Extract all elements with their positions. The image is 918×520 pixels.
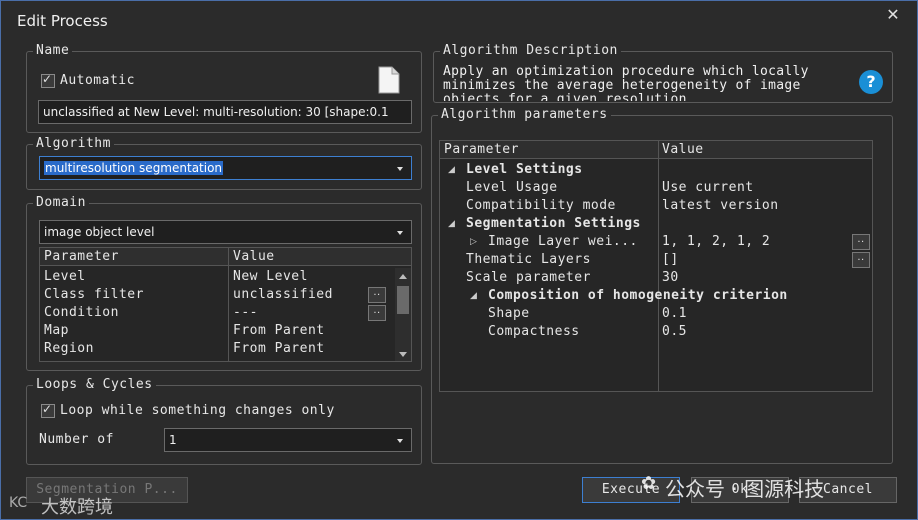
table-row[interactable]: Map From Parent [40, 322, 411, 340]
parameters-group: Algorithm parameters Parameter Value ◢ L… [431, 107, 893, 464]
composition-category[interactable]: ◢ Composition of homogeneity criterion [440, 287, 872, 305]
number-of-cycles-value: 1 [169, 433, 177, 447]
algorithm-description: Apply an optimization procedure which lo… [443, 65, 809, 101]
domain-select[interactable]: image object level [39, 220, 412, 244]
parameters-legend: Algorithm parameters [438, 107, 611, 123]
image-layer-edit-button[interactable]: .. [852, 234, 870, 250]
chevron-down-icon[interactable] [389, 221, 411, 243]
table-header: Parameter Value [440, 141, 872, 159]
description-group: Algorithm Description Apply an optimizat… [433, 43, 893, 103]
expand-icon[interactable]: ◢ [470, 287, 477, 305]
expand-icon[interactable]: ◢ [448, 215, 455, 233]
header-parameter: Parameter [44, 249, 119, 264]
watermark-right: 公众号 · 图源科技 [665, 477, 825, 501]
table-row[interactable]: Level New Level [40, 268, 411, 286]
scroll-down-icon[interactable] [399, 352, 407, 357]
table-row[interactable]: Condition --- .. [40, 304, 411, 322]
segmentation-settings-category[interactable]: ◢ Segmentation Settings [440, 215, 872, 233]
help-icon[interactable]: ? [859, 70, 883, 94]
document-icon[interactable] [377, 66, 401, 94]
class-filter-edit-button[interactable]: .. [368, 287, 386, 303]
algorithm-selected-text: multiresolution segmentation [44, 161, 224, 175]
close-icon[interactable]: ✕ [883, 6, 903, 24]
automatic-checkbox[interactable] [41, 72, 55, 88]
watermark-left: 大数跨境 [41, 497, 113, 518]
chevron-down-icon[interactable] [389, 157, 411, 179]
table-row[interactable]: Scale parameter 30 [440, 269, 872, 287]
dialog-title: Edit Process [17, 12, 108, 30]
loop-label: Loop while something changes only [60, 403, 335, 418]
collapsed-icon[interactable]: ▷ [470, 233, 477, 251]
scroll-up-icon[interactable] [399, 274, 407, 279]
thematic-layers-edit-button[interactable]: .. [852, 252, 870, 268]
algorithm-legend: Algorithm [33, 136, 114, 152]
loop-checkbox[interactable] [41, 402, 55, 418]
level-settings-category[interactable]: ◢ Level Settings [440, 161, 872, 179]
edit-process-dialog: Edit Process ✕ Name Automatic unclassifi… [0, 0, 918, 520]
domain-table-scrollbar[interactable] [395, 268, 411, 361]
loops-legend: Loops & Cycles [33, 377, 156, 393]
header-value: Value [233, 249, 275, 264]
process-name-input[interactable]: unclassified at New Level: multi-resolut… [38, 100, 412, 124]
header-value: Value [662, 142, 704, 157]
table-row[interactable]: Level Usage Use current [440, 179, 872, 197]
watermark-left-logo-icon: KC [9, 495, 28, 511]
description-legend: Algorithm Description [440, 43, 621, 59]
number-of-label: Number of [39, 432, 114, 447]
expand-icon[interactable]: ◢ [448, 161, 455, 179]
table-header: Parameter Value [40, 248, 411, 266]
domain-group: Domain image object level Parameter Valu… [26, 195, 422, 371]
watermark-wechat-icon: ✿ [641, 473, 657, 494]
name-legend: Name [33, 43, 73, 59]
title-bar: Edit Process ✕ [1, 1, 917, 37]
domain-legend: Domain [33, 195, 89, 211]
domain-parameter-table: Parameter Value Level New Level Class fi… [39, 247, 412, 362]
number-of-cycles-select[interactable]: 1 [164, 428, 412, 452]
loops-group: Loops & Cycles Loop while something chan… [26, 377, 422, 465]
automatic-label: Automatic [60, 73, 135, 88]
header-parameter: Parameter [444, 142, 519, 157]
algorithm-select[interactable]: multiresolution segmentation [39, 156, 412, 180]
algorithm-parameter-table: Parameter Value ◢ Level Settings Level U… [439, 140, 873, 392]
table-row[interactable]: Shape 0.1 [440, 305, 872, 323]
table-row[interactable]: Region From Parent [40, 340, 411, 358]
condition-edit-button[interactable]: .. [368, 305, 386, 321]
algorithm-group: Algorithm multiresolution segmentation [26, 136, 422, 190]
scroll-thumb[interactable] [397, 286, 409, 314]
chevron-down-icon[interactable] [389, 429, 411, 451]
table-row[interactable]: Compatibility mode latest version [440, 197, 872, 215]
table-row[interactable]: ▷ Image Layer wei... 1, 1, 2, 1, 2 .. [440, 233, 872, 251]
domain-selected-text: image object level [44, 225, 155, 239]
table-row[interactable]: Thematic Layers [] .. [440, 251, 872, 269]
table-row[interactable]: Class filter unclassified .. [40, 286, 411, 304]
name-group: Name Automatic unclassified at New Level… [26, 43, 422, 133]
table-row[interactable]: Compactness 0.5 [440, 323, 872, 341]
